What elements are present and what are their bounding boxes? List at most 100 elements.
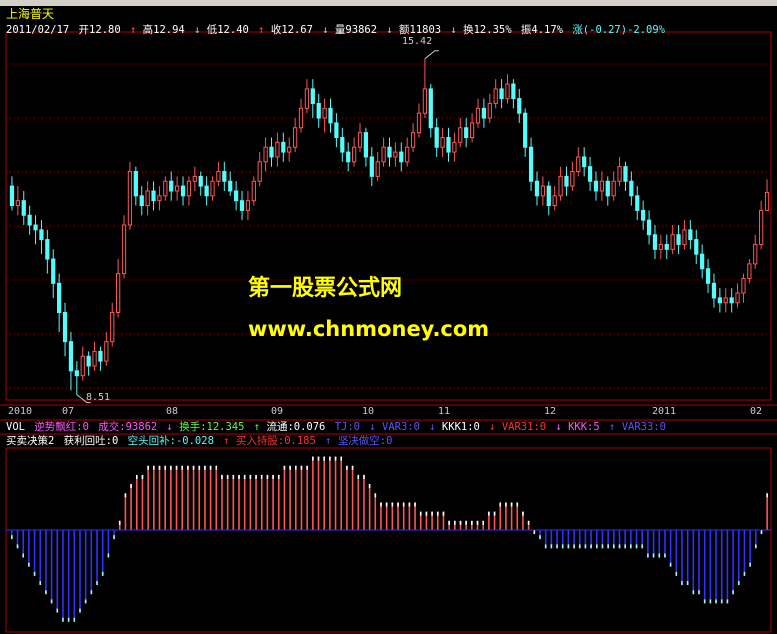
volume-panel-header: VOL 逆势飘红:0 成交:93862 ↓ 换手:12.345 ↑ 流通:0.0… [6,421,669,434]
candle-body [405,146,410,163]
candle-body [446,137,451,153]
candle-body [747,263,752,279]
vol-panel-name[interactable]: VOL [6,421,25,433]
candle-body [357,132,363,148]
time-label: 09 [271,406,284,417]
candle-body [458,127,463,143]
down-arrow-icon: ↓ [450,24,457,36]
watermark-url: www.chnmoney.com [248,317,490,341]
candle-body [723,297,728,304]
min-price-label: 8.51 [86,392,111,403]
time-label: 2010 [8,406,33,417]
down-arrow-icon: ↓ [369,421,376,433]
candle-body [216,171,221,182]
candle-body [222,171,227,182]
candle-body [629,180,634,197]
down-arrow-icon: ↓ [194,24,201,36]
candle-body [717,297,722,304]
candle-body [499,88,504,100]
candle-body [316,102,321,119]
up-arrow-icon: ↑ [609,421,616,433]
candle-body [33,224,38,231]
candle-body [552,195,557,207]
candle-body [351,146,357,163]
price-panel-frame [5,31,772,401]
candle-body [57,282,62,314]
candle-body [764,191,770,211]
candle-body [121,224,127,275]
candle-body [263,146,268,163]
candle-body [133,171,138,197]
candle-body [151,190,156,202]
candle-body [481,107,487,119]
quote-close: 收12.67 [270,24,313,36]
candle-body [576,156,581,173]
candle-body [310,88,315,104]
indicator-panel-header: 买卖决策2 获利回吐:0 空头回补:-0.028 ↑ 买入持股:0.185 ↑ … [6,435,395,448]
candle-body [534,180,540,197]
candle-body [464,127,469,139]
indicator-item: 买入持股:0.185 [235,435,316,447]
indicator-name[interactable]: 买卖决策2 [6,435,54,447]
max-price-label: 15.42 [402,36,433,47]
candle-body [157,195,162,202]
candle-body [257,161,262,182]
vol-item: 成交:93862 [98,421,158,433]
quote-high: 高12.94 [142,24,185,36]
candle-body [416,112,422,134]
indicator-item: 空头回补:-0.028 [127,435,214,447]
candle-body [204,185,209,197]
candle-body [505,83,510,100]
candle-body [74,370,79,377]
up-arrow-icon: ↑ [223,435,230,447]
candle-body [611,180,616,197]
vol-item: VAR31:0 [501,421,547,433]
candle-body [287,146,292,153]
candle-body [410,132,416,148]
candle-body [169,180,174,192]
candle-body [599,180,604,192]
down-arrow-icon: ↓ [429,421,436,433]
candle-body [145,190,150,207]
candle-body [582,156,587,168]
candle-body [363,132,369,158]
candle-body [700,253,705,270]
candle-body [292,127,298,148]
candle-body [753,243,758,265]
candle-body [186,180,192,197]
candle-body [139,195,144,207]
candle-body [328,107,333,124]
candle-body [98,350,103,362]
candle-body [21,200,26,216]
candle-body [546,185,551,207]
down-arrow-icon: ↓ [322,24,329,36]
time-label: 12 [544,406,557,417]
candle-body [652,234,658,250]
vol-item: 流通:0.076 [266,421,326,433]
candle-body [269,146,274,158]
candle-body [39,229,44,241]
candle-body [92,350,97,367]
vol-item: KKK1:0 [441,421,480,433]
quote-open: 开12.80 [78,24,121,36]
candle-body [251,180,256,202]
candle-body [705,268,711,284]
candle-body [239,200,245,211]
candle-body [434,127,439,148]
stock-title: 上海普天 [6,7,55,21]
candle-body [587,166,593,182]
time-label: 11 [438,406,451,417]
candle-body [233,190,239,202]
candle-body [45,239,50,260]
candle-body [511,83,516,100]
candle-body [741,277,746,294]
candle-body [593,180,599,192]
candle-body [163,180,168,197]
candle-body [228,180,233,192]
candle-body [110,312,115,343]
candle-body [688,229,693,241]
candle-body [428,88,433,129]
candle-body [646,219,652,236]
candle-body [281,141,286,153]
candle-body [127,171,133,226]
